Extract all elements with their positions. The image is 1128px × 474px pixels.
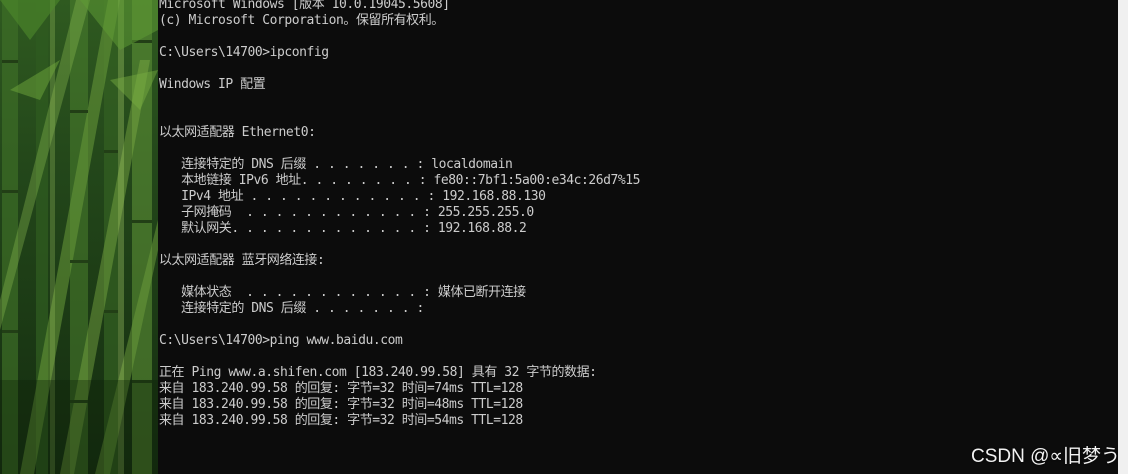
terminal-line-ping-reply: 来自 183.240.99.58 的回复: 字节=32 时间=74ms TTL=… xyxy=(159,381,523,396)
terminal-line-ping-reply: 来自 183.240.99.58 的回复: 字节=32 时间=54ms TTL=… xyxy=(159,413,523,428)
terminal-line-ipv6-address: 本地链接 IPv6 地址. . . . . . . . : fe80::7bf1… xyxy=(159,173,641,188)
terminal-line-adapter-bluetooth: 以太网适配器 蓝牙网络连接: xyxy=(159,253,325,268)
terminal-line-ipv4-address: IPv4 地址 . . . . . . . . . . . . : 192.16… xyxy=(159,189,546,204)
terminal-line-dns-suffix: 连接特定的 DNS 后缀 . . . . . . . : localdomain xyxy=(159,157,513,172)
bamboo-wallpaper xyxy=(0,0,158,474)
terminal-line-ping-header: 正在 Ping www.a.shifen.com [183.240.99.58]… xyxy=(159,365,597,380)
csdn-watermark: CSDN @∝旧梦う xyxy=(971,446,1120,467)
terminal-line-default-gateway: 默认网关. . . . . . . . . . . . . : 192.168.… xyxy=(159,221,527,236)
terminal-line-ipconfig-command: C:\Users\14700>ipconfig xyxy=(159,45,329,60)
terminal-line-subnet-mask: 子网掩码 . . . . . . . . . . . . : 255.255.2… xyxy=(159,205,534,220)
screen: Microsoft Windows [版本 10.0.19045.5608] (… xyxy=(0,0,1128,474)
terminal-line-version: Microsoft Windows [版本 10.0.19045.5608] xyxy=(159,0,450,12)
terminal-line-adapter-ethernet0: 以太网适配器 Ethernet0: xyxy=(159,125,316,140)
terminal-line-copyright: (c) Microsoft Corporation。保留所有权利。 xyxy=(159,13,444,28)
terminal-line-ping-reply: 来自 183.240.99.58 的回复: 字节=32 时间=48ms TTL=… xyxy=(159,397,523,412)
bamboo-wallpaper-art xyxy=(0,0,158,474)
command-prompt-window[interactable]: Microsoft Windows [版本 10.0.19045.5608] (… xyxy=(158,0,1118,474)
terminal-line-dns-suffix-empty: 连接特定的 DNS 后缀 . . . . . . . : xyxy=(159,301,424,316)
terminal-line-ping-command: C:\Users\14700>ping www.baidu.com xyxy=(159,333,403,348)
terminal-line-ip-config-header: Windows IP 配置 xyxy=(159,77,266,92)
vertical-scrollbar[interactable] xyxy=(1118,0,1128,474)
terminal-line-media-state: 媒体状态 . . . . . . . . . . . . : 媒体已断开连接 xyxy=(159,285,526,300)
